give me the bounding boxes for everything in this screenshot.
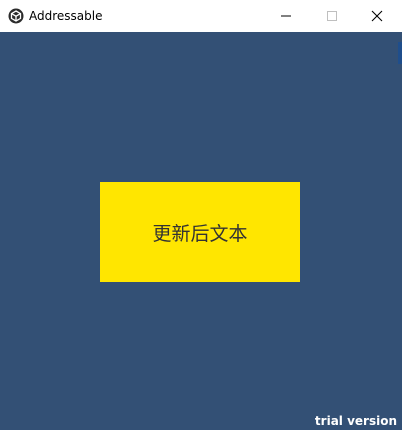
minimize-button[interactable] — [263, 0, 309, 32]
maximize-icon — [326, 7, 338, 26]
close-icon — [371, 7, 383, 26]
update-text-label: 更新后文本 — [152, 222, 248, 245]
unity-logo-icon — [8, 8, 24, 24]
close-button[interactable] — [354, 0, 400, 32]
minimize-icon — [280, 7, 292, 26]
trial-watermark: trial version — [314, 414, 397, 428]
window-edge-strip — [398, 42, 402, 64]
update-text-button[interactable]: 更新后文本 — [100, 182, 300, 282]
window-title: Addressable — [29, 9, 103, 23]
app-window: Addressable 更新后文本 trial version — [0, 0, 402, 430]
title-bar[interactable]: Addressable — [0, 0, 402, 32]
maximize-button[interactable] — [309, 0, 355, 32]
